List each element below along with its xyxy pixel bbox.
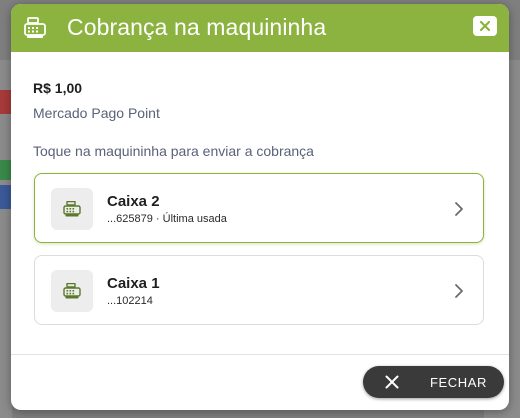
dialog-title: Cobrança na maquininha xyxy=(67,14,327,40)
terminal-name: Caixa 1 xyxy=(107,275,160,292)
footer-divider xyxy=(11,354,509,355)
chevron-right-icon xyxy=(453,201,465,217)
terminal-detail: ...102214 xyxy=(107,295,153,307)
close-icon[interactable] xyxy=(473,16,497,36)
close-icon xyxy=(385,375,399,389)
terminal-card-caixa-1[interactable]: Caixa 1 ...102214 xyxy=(34,255,484,325)
provider-name: Mercado Pago Point xyxy=(33,105,160,121)
terminal-detail: ...625879 · Última usada xyxy=(107,213,227,225)
cash-register-icon xyxy=(51,188,93,230)
charge-dialog: Cobrança na maquininha R$ 1,00 Mercado P… xyxy=(11,4,509,410)
close-button-label: FECHAR xyxy=(430,375,488,390)
chevron-right-icon xyxy=(453,283,465,299)
charge-amount: R$ 1,00 xyxy=(33,80,83,96)
dialog-header: Cobrança na maquininha xyxy=(11,4,509,52)
terminal-card-caixa-2[interactable]: Caixa 2 ...625879 · Última usada xyxy=(34,173,484,243)
cash-register-icon xyxy=(23,16,47,40)
instruction-text: Toque na maquininha para enviar a cobran… xyxy=(33,143,314,159)
terminal-name: Caixa 2 xyxy=(107,193,160,210)
cash-register-icon xyxy=(51,270,93,312)
close-button[interactable]: FECHAR xyxy=(363,366,504,398)
